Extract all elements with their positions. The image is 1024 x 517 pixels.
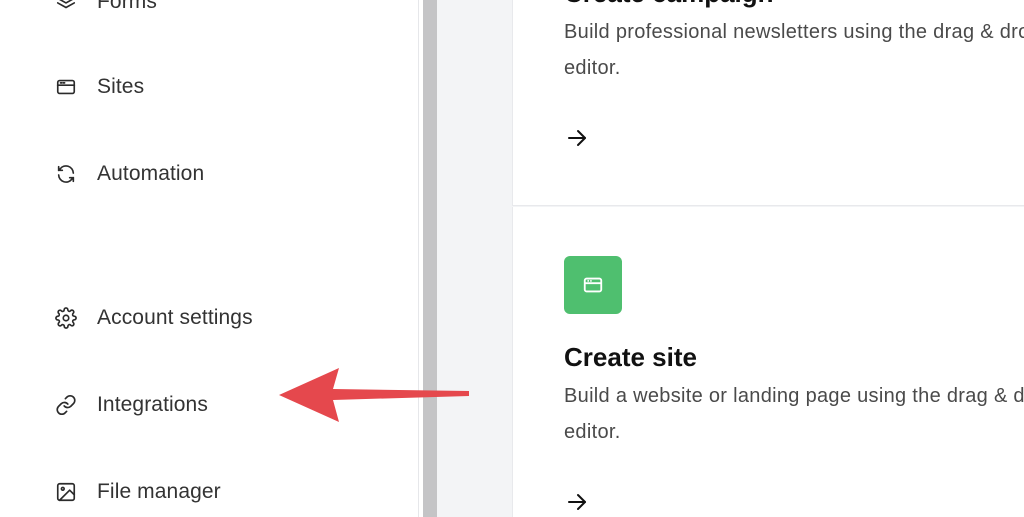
- sidebar-item-forms[interactable]: Forms: [54, 0, 157, 17]
- arrow-right-icon[interactable]: [564, 125, 590, 151]
- sidebar-item-label: Integrations: [97, 393, 208, 416]
- gear-icon: [54, 306, 78, 330]
- layers-icon: [54, 0, 78, 14]
- sidebar-item-integrations[interactable]: Integrations: [54, 390, 208, 420]
- card-description: Build a website or landing page using th…: [564, 385, 1024, 443]
- arrow-right-icon[interactable]: [564, 489, 590, 515]
- site-tile: [564, 256, 622, 314]
- card-title: Create site: [564, 342, 697, 372]
- sidebar: Forms Sites Automation Account settings …: [0, 0, 419, 517]
- sidebar-item-automation[interactable]: Automation: [54, 159, 204, 189]
- sidebar-item-sites[interactable]: Sites: [54, 72, 144, 102]
- link-icon: [54, 393, 78, 417]
- browser-window-icon: [54, 75, 78, 99]
- panel-divider[interactable]: [423, 0, 437, 517]
- create-site-card[interactable]: Create site Build a website or landing p…: [512, 207, 1024, 517]
- browser-window-icon: [582, 274, 604, 296]
- card-description: Build professional newsletters using the…: [564, 21, 1024, 79]
- card-title: Create campaign: [564, 0, 774, 9]
- sidebar-item-label: Forms: [97, 0, 157, 13]
- main-content: Create campaign Build professional newsl…: [437, 0, 1024, 517]
- sidebar-item-account-settings[interactable]: Account settings: [54, 303, 253, 333]
- sidebar-item-label: Automation: [97, 162, 205, 185]
- image-icon: [54, 480, 78, 504]
- sidebar-item-label: Account settings: [97, 306, 253, 329]
- sidebar-item-label: Sites: [97, 75, 145, 98]
- create-campaign-card[interactable]: Create campaign Build professional newsl…: [512, 0, 1024, 206]
- sidebar-item-label: File manager: [97, 480, 221, 503]
- red-pointer-arrow-icon: [279, 368, 469, 422]
- refresh-icon: [54, 162, 78, 186]
- sidebar-item-file-manager[interactable]: File manager: [54, 477, 221, 507]
